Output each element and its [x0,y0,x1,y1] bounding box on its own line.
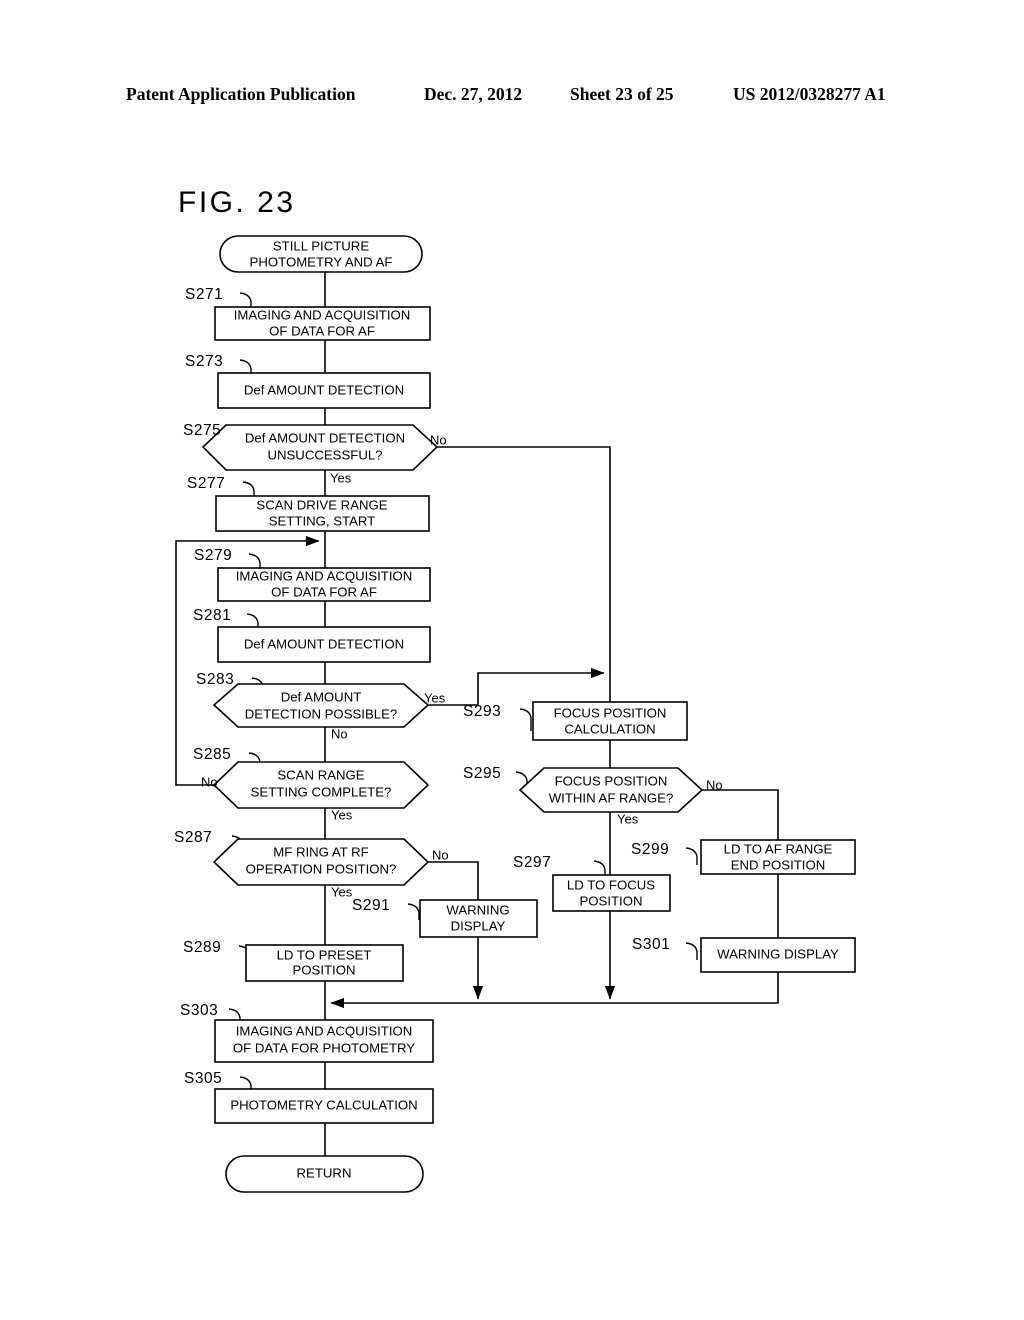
node-start: STILL PICTURE PHOTOMETRY AND AF [219,235,423,273]
s285-step-number: S285 [193,746,231,763]
start-label-line1: STILL PICTURE [273,238,369,253]
s295-label-line1: FOCUS POSITION [555,773,668,788]
s295-branch-yes: Yes [617,811,639,826]
s301-step-number: S301 [632,936,670,953]
s279-step-number: S279 [194,547,232,564]
s279-label-line1: IMAGING AND ACQUISITION [236,568,413,583]
edge-s283-s293-yes [424,667,605,706]
edge-s295-s299-no [702,789,779,840]
s299-label-line1: LD TO AF RANGE [724,841,833,856]
node-s299: LD TO AF RANGE END POSITION S299 [631,839,856,875]
edge-s287-s291-no [424,861,479,900]
s285-branch-yes: Yes [331,807,353,822]
s285-label-line2: SETTING COMPLETE? [251,784,392,799]
patent-page: Patent Application Publication Dec. 27, … [0,0,1024,1320]
s297-label-line2: POSITION [579,893,642,908]
s277-step-number: S277 [187,475,225,492]
node-s305: PHOTOMETRY CALCULATION S305 [184,1070,434,1124]
s305-step-number: S305 [184,1070,222,1087]
s301-label-line1: WARNING DISPLAY [717,946,839,961]
s291-label-line2: DISPLAY [451,918,506,933]
s287-branch-yes: Yes [331,884,353,899]
node-s295: FOCUS POSITION WITHIN AF RANGE? S295 No … [463,765,723,826]
s283-branch-no: No [331,726,348,741]
s277-label-line2: SETTING, START [269,513,375,528]
node-s287: MF RING AT RF OPERATION POSITION? S287 N… [174,829,449,899]
s275-step-number: S275 [183,422,221,439]
leader-s299 [685,847,698,865]
s283-label-line2: DETECTION POSSIBLE? [245,706,397,721]
leader-s291 [407,903,420,920]
s277-label-line1: SCAN DRIVE RANGE [256,497,387,512]
s287-label-line1: MF RING AT RF [273,844,369,859]
s289-step-number: S289 [183,939,221,956]
s303-label-line1: IMAGING AND ACQUISITION [236,1023,413,1038]
s297-label-line1: LD TO FOCUS [567,877,655,892]
s295-branch-no: No [706,777,723,792]
s297-step-number: S297 [513,854,551,871]
s287-step-number: S287 [174,829,212,846]
flowchart-diagram: STILL PICTURE PHOTOMETRY AND AF IMAGING … [174,235,856,1193]
s283-branch-yes: Yes [424,690,446,705]
s293-label-line1: FOCUS POSITION [554,705,667,720]
s283-label-line1: Def AMOUNT [281,689,362,704]
s295-step-number: S295 [463,765,501,782]
node-s283: Def AMOUNT DETECTION POSSIBLE? S283 Yes … [196,671,446,741]
s303-label-line2: OF DATA FOR PHOTOMETRY [233,1040,415,1055]
s279-label-line2: OF DATA FOR AF [271,584,377,599]
node-s289: LD TO PRESET POSITION S289 [183,939,404,982]
node-s303: IMAGING AND ACQUISITION OF DATA FOR PHOT… [180,1002,434,1063]
node-s293: FOCUS POSITION CALCULATION S293 [463,701,688,741]
node-s279: IMAGING AND ACQUISITION OF DATA FOR AF S… [194,547,431,602]
node-s301: WARNING DISPLAY S301 [632,936,856,973]
start-label-line2: PHOTOMETRY AND AF [250,254,393,269]
s285-branch-no: No [201,774,218,789]
s271-step-number: S271 [185,286,223,303]
s299-label-line2: END POSITION [731,857,826,872]
node-s273: Def AMOUNT DETECTION S273 [185,353,431,409]
s293-label-line2: CALCULATION [564,721,655,736]
s305-label-line1: PHOTOMETRY CALCULATION [230,1097,417,1112]
s281-step-number: S281 [193,607,231,624]
s293-step-number: S293 [463,703,501,720]
s291-step-number: S291 [352,897,390,914]
s283-step-number: S283 [196,671,234,688]
s287-label-line2: OPERATION POSITION? [246,861,397,876]
leader-s293 [519,708,532,731]
s273-label-line1: Def AMOUNT DETECTION [244,382,404,397]
s273-step-number: S273 [185,353,223,370]
s275-branch-yes: Yes [330,470,352,485]
s287-branch-no: No [432,847,449,862]
s271-label-line2: OF DATA FOR AF [269,323,375,338]
s303-step-number: S303 [180,1002,218,1019]
node-s285: SCAN RANGE SETTING COMPLETE? S285 No Yes [193,746,430,822]
node-s271: IMAGING AND ACQUISITION OF DATA FOR AF S… [185,286,431,341]
node-s281: Def AMOUNT DETECTION S281 [193,607,431,663]
s281-label-line1: Def AMOUNT DETECTION [244,636,404,651]
node-s291: WARNING DISPLAY S291 [352,897,538,938]
return-label: RETURN [297,1165,352,1180]
edge-s275-s293-no [424,446,611,673]
s275-branch-no: No [430,432,447,447]
s289-label-line2: POSITION [292,962,355,977]
s275-label-line1: Def AMOUNT DETECTION [245,430,405,445]
leader-s301 [685,942,698,960]
s271-label-line1: IMAGING AND ACQUISITION [234,307,411,322]
s291-label-line1: WARNING [446,902,509,917]
s285-label-line1: SCAN RANGE [277,767,364,782]
s275-label-line2: UNSUCCESSFUL? [267,447,382,462]
node-return: RETURN [225,1155,424,1193]
s295-label-line2: WITHIN AF RANGE? [549,790,674,805]
s289-label-line1: LD TO PRESET [277,947,372,962]
s299-step-number: S299 [631,841,669,858]
node-s277: SCAN DRIVE RANGE SETTING, START S277 [187,475,430,532]
